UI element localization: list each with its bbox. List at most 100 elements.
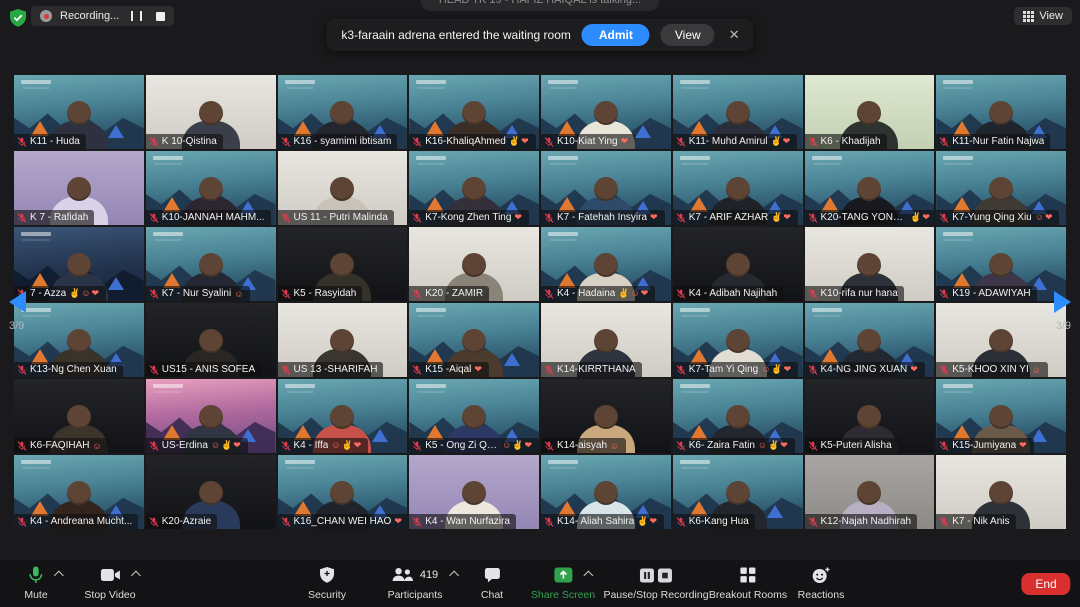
next-page-arrow[interactable]	[1054, 291, 1071, 313]
participant-tile[interactable]: K12-Najah Nadhirah	[805, 455, 935, 529]
participant-tile[interactable]: K20-Azraie	[146, 455, 276, 529]
participant-tile[interactable]: K5 - Rasyidah	[278, 227, 408, 301]
view-layout-button[interactable]: View	[1014, 7, 1072, 25]
participant-name: K6-Kang Hua	[689, 516, 749, 527]
participant-name: K5 - Rasyidah	[294, 288, 357, 299]
reaction-emojis: ☺✌❤	[758, 440, 789, 451]
view-waiting-room-button[interactable]: View	[661, 24, 715, 46]
reactions-button[interactable]: Reactions	[798, 566, 845, 601]
mic-off-icon	[281, 441, 291, 451]
participant-tile[interactable]: K7 - Fatehah Insyira❤	[541, 151, 671, 225]
participant-name-tag: K4 - Andreana Mucht...	[14, 514, 138, 529]
mic-off-icon	[544, 289, 554, 299]
end-meeting-button[interactable]: End	[1021, 573, 1070, 595]
participant-name: K4-NG JING XUAN	[821, 364, 908, 375]
participant-name: K20-Azraie	[162, 516, 211, 527]
background-watermark	[680, 308, 710, 312]
stop-video-button[interactable]: Stop Video	[84, 566, 135, 601]
mic-off-icon	[544, 441, 554, 451]
participant-tile[interactable]: US-Erdina☺✌❤	[146, 379, 276, 453]
participant-tile[interactable]: US 13 -SHARIFAH	[278, 303, 408, 377]
mute-button[interactable]: Mute	[24, 566, 47, 601]
participant-tile[interactable]: K11 - Huda	[14, 75, 144, 149]
background-watermark	[943, 80, 973, 84]
participant-tile[interactable]: US 11 - Putri Malinda	[278, 151, 408, 225]
participant-tile[interactable]: K7 - Nik Anis	[936, 455, 1066, 529]
participant-tile[interactable]: K10-Kiat Ying❤	[541, 75, 671, 149]
participant-tile[interactable]: K16 - syamimi ibtisam	[278, 75, 408, 149]
participant-tile[interactable]: K15-Jumiyana❤	[936, 379, 1066, 453]
stop-recording-button[interactable]	[156, 12, 165, 21]
participant-name: K 7 - Rafidah	[30, 212, 88, 223]
participant-name: K15 -Aiqal	[425, 364, 471, 375]
participant-tile[interactable]: K4 - Wan Nurfazira	[409, 455, 539, 529]
participant-tile[interactable]: K6 - Khadijah	[805, 75, 935, 149]
participant-name: K5-Puteri Alisha	[821, 440, 892, 451]
participant-tile[interactable]: K10-rifa nur hana	[805, 227, 935, 301]
security-shield-icon	[319, 566, 335, 584]
security-button[interactable]: Security	[308, 566, 346, 601]
participant-name: K5-KHOO XIN YI	[952, 364, 1029, 375]
participant-tile[interactable]: K6-Kang Hua	[673, 455, 803, 529]
participant-tile[interactable]: K20-TANG YONG LE✌❤	[805, 151, 935, 225]
breakout-rooms-button[interactable]: Breakout Rooms	[709, 566, 787, 601]
participant-tile[interactable]: K19 - ADAWIYAH	[936, 227, 1066, 301]
share-options-caret[interactable]	[583, 571, 593, 581]
participant-tile[interactable]: K10-JANNAH MAHM...	[146, 151, 276, 225]
participant-tile[interactable]: K13-Ng Chen Xuan	[14, 303, 144, 377]
participant-tile[interactable]: K7-Yung Qing Xiu☺❤	[936, 151, 1066, 225]
participant-name-tag: K20 - ZAMIR	[409, 286, 489, 301]
participant-tile[interactable]: K16-KhaliqAhmed✌❤	[409, 75, 539, 149]
background-watermark	[812, 308, 842, 312]
participant-tile[interactable]: K 10-Qistina	[146, 75, 276, 149]
notification-message: k3-faraain adrena entered the waiting ro…	[341, 28, 570, 42]
participant-tile[interactable]: K5 - Ong Zi Qing☺✌❤	[409, 379, 539, 453]
participant-tile[interactable]: K14-KIRRTHANA	[541, 303, 671, 377]
participant-tile[interactable]: K7 - ARIF AZHAR✌❤	[673, 151, 803, 225]
participant-tile[interactable]: K14-aisyah☺	[541, 379, 671, 453]
participants-button[interactable]: 419 Participants	[388, 566, 443, 601]
participant-name-tag: K20-Azraie	[146, 514, 217, 529]
participant-tile[interactable]: K7-Kong Zhen Ting❤	[409, 151, 539, 225]
participant-tile[interactable]: K7-Tam Yi Qing☺✌❤	[673, 303, 803, 377]
admit-button[interactable]: Admit	[582, 24, 650, 46]
participant-tile[interactable]: K 7 - Rafidah	[14, 151, 144, 225]
close-icon[interactable]: ✕	[726, 27, 743, 43]
participant-tile[interactable]: K4 - Iffa☺✌❤	[278, 379, 408, 453]
previous-page-arrow[interactable]	[9, 291, 26, 313]
participant-name: K7-Yung Qing Xiu	[952, 212, 1032, 223]
participant-tile[interactable]: K20 - ZAMIR	[409, 227, 539, 301]
participant-tile[interactable]: K4 - Hadaina✌☺❤	[541, 227, 671, 301]
participant-tile[interactable]: K7 - Nur Syalini☺	[146, 227, 276, 301]
participant-tile[interactable]: K11- Muhd Amirul✌❤	[673, 75, 803, 149]
participant-name: US 11 - Putri Malinda	[294, 212, 388, 223]
participant-tile[interactable]: K15 -Aiqal❤	[409, 303, 539, 377]
participant-name-tag: K16 - syamimi ibtisam	[278, 134, 398, 149]
share-screen-button[interactable]: Share Screen	[531, 566, 595, 601]
pause-recording-button[interactable]	[131, 11, 142, 21]
participant-tile[interactable]: 7 - Azza✌☺❤	[14, 227, 144, 301]
background-watermark	[21, 232, 51, 236]
mic-off-icon	[281, 517, 291, 527]
participant-tile[interactable]: K5-KHOO XIN YI☺	[936, 303, 1066, 377]
participant-name: K16_CHAN WEI HAO	[294, 516, 392, 527]
participant-tile[interactable]: K6- Zaira Fatin☺✌❤	[673, 379, 803, 453]
participant-tile[interactable]: K4 - Adibah Najihah	[673, 227, 803, 301]
participant-tile[interactable]: K14- Aliah Sahira✌❤	[541, 455, 671, 529]
participant-tile[interactable]: K16_CHAN WEI HAO❤	[278, 455, 408, 529]
mic-off-icon	[17, 441, 27, 451]
participant-tile[interactable]: K4 - Andreana Mucht...	[14, 455, 144, 529]
participant-name-tag: K6-FAQIHAH☺	[14, 438, 109, 453]
participant-tile[interactable]: US15 - ANIS SOFEA	[146, 303, 276, 377]
participant-tile[interactable]: K4-NG JING XUAN❤	[805, 303, 935, 377]
reaction-emojis: ✌❤	[637, 516, 658, 527]
participant-name: K10-JANNAH MAHM...	[162, 212, 265, 223]
participant-tile[interactable]: K11-Nur Fatin Najwa	[936, 75, 1066, 149]
participant-name-tag: K4 - Wan Nurfazira	[409, 514, 516, 529]
participant-tile[interactable]: K5-Puteri Alisha	[805, 379, 935, 453]
background-watermark	[548, 156, 578, 160]
participant-name-tag: K6-Kang Hua	[673, 514, 755, 529]
pause-stop-recording-button[interactable]: Pause/Stop Recording	[603, 566, 708, 601]
chat-button[interactable]: Chat	[481, 566, 503, 601]
participant-tile[interactable]: K6-FAQIHAH☺	[14, 379, 144, 453]
